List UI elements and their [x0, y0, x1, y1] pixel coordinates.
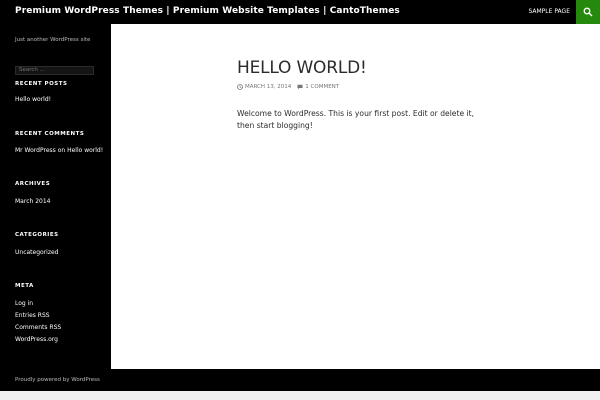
recent-post-link[interactable]: Hello world!	[15, 96, 51, 103]
post-title[interactable]: HELLO WORLD!	[237, 58, 367, 78]
post-meta: MARCH 13, 2014 1 COMMENT	[237, 84, 345, 90]
comment-post-link[interactable]: Hello world!	[67, 147, 103, 154]
category-link[interactable]: Uncategorized	[15, 249, 58, 256]
site-tagline: Just another WordPress site	[15, 37, 91, 43]
bottom-strip	[0, 391, 600, 400]
site-title[interactable]: Premium WordPress Themes | Premium Websi…	[15, 6, 400, 16]
post-content: Welcome to WordPress. This is your first…	[237, 109, 475, 130]
site-footer: Proudly powered by WordPress	[0, 369, 600, 391]
meta-comments-rss-link[interactable]: Comments RSS	[15, 324, 61, 331]
recent-posts-heading: RECENT POSTS	[15, 81, 68, 87]
search-icon	[583, 7, 593, 17]
recent-comment-item: Mr WordPress on Hello world!	[15, 147, 103, 154]
comment-connector: on	[57, 147, 66, 154]
meta-entries-rss-link[interactable]: Entries RSS	[15, 312, 50, 319]
meta-wordpress-org-link[interactable]: WordPress.org	[15, 336, 58, 343]
post-date: MARCH 13, 2014	[245, 84, 292, 90]
meta-login-link[interactable]: Log in	[15, 300, 33, 307]
clock-icon	[237, 84, 243, 90]
post-date-link[interactable]: MARCH 13, 2014	[237, 84, 291, 90]
post-comments-link[interactable]: 1 COMMENT	[297, 84, 339, 90]
site-header: Premium WordPress Themes | Premium Websi…	[0, 0, 600, 24]
footer-credit[interactable]: Proudly powered by WordPress	[15, 377, 100, 383]
sidebar: Just another WordPress site RECENT POSTS…	[0, 24, 111, 369]
comment-icon	[297, 84, 303, 90]
nav-sample-page[interactable]: SAMPLE PAGE	[528, 8, 570, 15]
archives-heading: ARCHIVES	[15, 181, 51, 187]
search-toggle-button[interactable]	[576, 0, 600, 24]
meta-heading: META	[15, 283, 34, 289]
main-content: HELLO WORLD! MARCH 13, 2014 1 COMMENT We…	[111, 24, 600, 369]
recent-comments-heading: RECENT COMMENTS	[15, 131, 85, 137]
post-comments-count: 1 COMMENT	[305, 84, 340, 90]
archive-link[interactable]: March 2014	[15, 198, 50, 205]
categories-heading: CATEGORIES	[15, 232, 59, 238]
comment-author-link[interactable]: Mr WordPress	[15, 147, 56, 154]
search-input[interactable]	[15, 66, 94, 75]
